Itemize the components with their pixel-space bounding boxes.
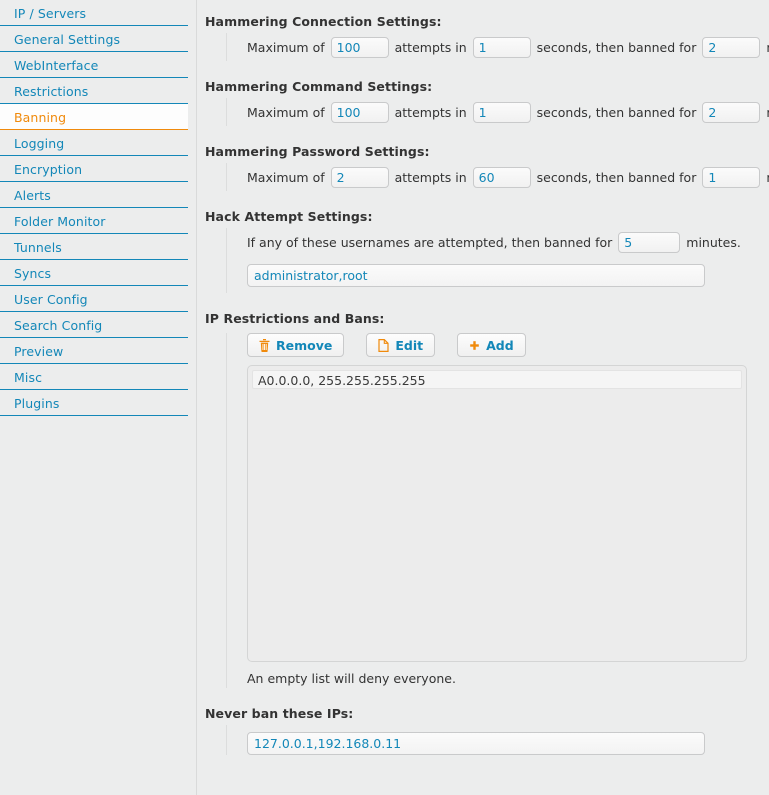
section-title-never-ban: Never ban these IPs:: [205, 706, 354, 721]
sidebar-item-plugins[interactable]: Plugins: [0, 390, 188, 416]
section-title-hammering-connection: Hammering Connection Settings:: [205, 14, 442, 29]
sidebar-item-webinterface[interactable]: WebInterface: [0, 52, 188, 78]
sidebar-item-preview[interactable]: Preview: [0, 338, 188, 364]
sidebar-item-tunnels[interactable]: Tunnels: [0, 234, 188, 260]
sidebar-item-user-config[interactable]: User Config: [0, 286, 188, 312]
hammering-command-seconds-input[interactable]: [472, 101, 531, 123]
settings-sidebar: IP / Servers General Settings WebInterface…: [0, 0, 197, 795]
hack-attempt-usernames-input[interactable]: [247, 264, 705, 287]
remove-button[interactable]: Remove: [247, 333, 345, 357]
edit-button-label: Edit: [395, 337, 424, 353]
sidebar-item-general-settings[interactable]: General Settings: [0, 26, 188, 52]
label-then-banned-for: seconds, then banned for: [536, 104, 697, 120]
never-ban-group: [226, 725, 769, 755]
label-then-banned-for: seconds, then banned for: [536, 39, 697, 55]
label-attempts-in: attempts in: [394, 39, 467, 55]
add-button-label: Add: [486, 337, 514, 353]
hammering-command-attempts-input[interactable]: [330, 101, 389, 123]
hammering-password-ban-minutes-input[interactable]: [702, 166, 761, 188]
section-title-hammering-command: Hammering Command Settings:: [205, 79, 433, 94]
never-ban-ips-input[interactable]: [247, 732, 705, 755]
ip-restrictions-note: An empty list will deny everyone.: [247, 671, 456, 686]
hammering-connection-row: Maximum of attempts in seconds, then ban…: [247, 33, 769, 61]
settings-window: IP / Servers General Settings WebInterface…: [0, 0, 769, 795]
hammering-connection-attempts-input[interactable]: [330, 36, 389, 58]
hack-attempt-group: If any of these usernames are attempted,…: [226, 228, 769, 293]
sidebar-item-syncs[interactable]: Syncs: [0, 260, 188, 286]
ip-restrictions-group: Remove Edit Add A0.0.0.0, 255.255.255.25…: [226, 333, 769, 688]
sidebar-item-banning[interactable]: Banning: [0, 104, 188, 130]
hammering-command-group: Maximum of attempts in seconds, then ban…: [226, 98, 769, 126]
label-maximum-of: Maximum of: [247, 104, 325, 120]
sidebar-item-encryption[interactable]: Encryption: [0, 156, 188, 182]
plus-icon: [469, 339, 480, 352]
sidebar-item-search-config[interactable]: Search Config: [0, 312, 188, 338]
label-then-banned-for: seconds, then banned for: [536, 169, 697, 185]
remove-button-label: Remove: [276, 337, 333, 353]
sidebar-item-alerts[interactable]: Alerts: [0, 182, 188, 208]
list-item[interactable]: A0.0.0.0, 255.255.255.255: [252, 370, 742, 389]
sidebar-nav-list: IP / Servers General Settings WebInterface…: [0, 0, 196, 416]
edit-button[interactable]: Edit: [366, 333, 436, 357]
label-maximum-of: Maximum of: [247, 169, 325, 185]
hack-attempt-row: If any of these usernames are attempted,…: [247, 228, 769, 256]
hammering-password-seconds-input[interactable]: [472, 166, 531, 188]
sidebar-item-ip-servers[interactable]: IP / Servers: [0, 0, 188, 26]
hammering-password-group: Maximum of attempts in seconds, then ban…: [226, 163, 769, 191]
label-attempts-in: attempts in: [394, 169, 467, 185]
hammering-command-row: Maximum of attempts in seconds, then ban…: [247, 98, 769, 126]
hack-attempt-ban-minutes-input[interactable]: [618, 231, 681, 253]
ip-restrictions-toolbar: Remove Edit Add: [247, 333, 769, 357]
ip-restrictions-listbox[interactable]: A0.0.0.0, 255.255.255.255: [247, 365, 747, 662]
banning-settings-panel: Hammering Connection Settings: Maximum o…: [197, 0, 769, 795]
sidebar-item-restrictions[interactable]: Restrictions: [0, 78, 188, 104]
sidebar-item-logging[interactable]: Logging: [0, 130, 188, 156]
label-usernames-attempted: If any of these usernames are attempted,…: [247, 234, 613, 250]
section-title-hammering-password: Hammering Password Settings:: [205, 144, 430, 159]
trash-icon: [259, 338, 270, 352]
add-button[interactable]: Add: [457, 333, 526, 357]
sidebar-item-misc[interactable]: Misc: [0, 364, 188, 390]
hammering-connection-seconds-input[interactable]: [472, 36, 531, 58]
section-title-hack-attempt: Hack Attempt Settings:: [205, 209, 373, 224]
label-maximum-of: Maximum of: [247, 39, 325, 55]
sidebar-item-folder-monitor[interactable]: Folder Monitor: [0, 208, 188, 234]
hammering-password-row: Maximum of attempts in seconds, then ban…: [247, 163, 769, 191]
label-minutes: minutes.: [686, 234, 741, 250]
section-title-ip-restrictions: IP Restrictions and Bans:: [205, 311, 385, 326]
hammering-password-attempts-input[interactable]: [330, 166, 389, 188]
label-attempts-in: attempts in: [394, 104, 467, 120]
document-icon: [378, 338, 389, 352]
hammering-connection-ban-minutes-input[interactable]: [702, 36, 761, 58]
hammering-connection-group: Maximum of attempts in seconds, then ban…: [226, 33, 769, 61]
hammering-command-ban-minutes-input[interactable]: [702, 101, 761, 123]
